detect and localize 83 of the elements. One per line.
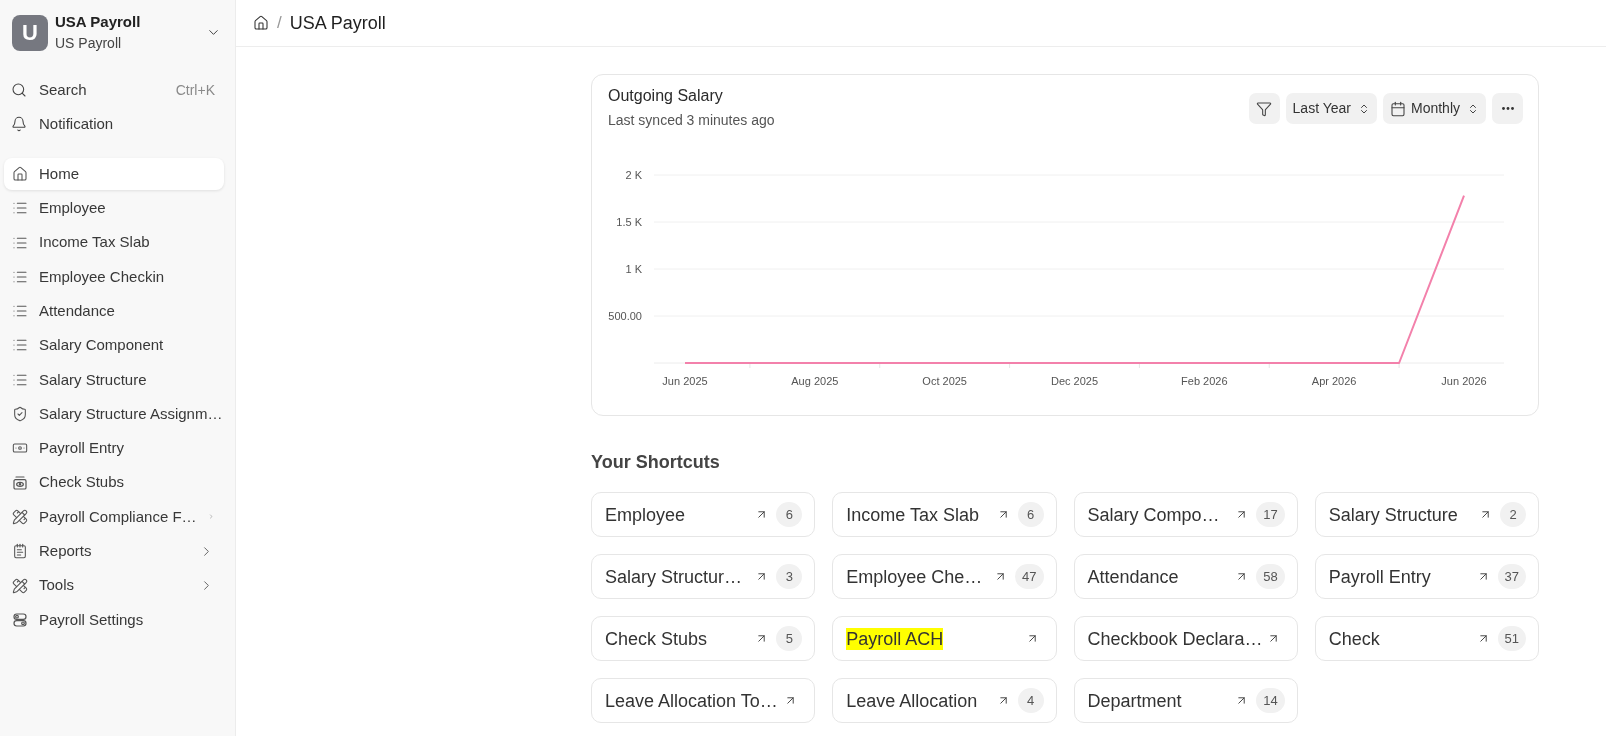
shortcut-link[interactable]: Income Tax Slab 6 (832, 492, 1057, 537)
x-axis-label: Jun 2026 (1441, 375, 1487, 387)
sidebar-item[interactable]: Payroll Settings (4, 603, 224, 636)
shortcut-link[interactable]: Checkbook Declara… (1073, 616, 1298, 661)
shortcut-hint: Ctrl+K (175, 80, 215, 100)
chevrons-up-down-icon (1467, 102, 1479, 115)
sidebar-item[interactable]: Employee Checkin (4, 260, 224, 293)
bell-icon (11, 116, 27, 132)
shortcut-link[interactable]: Employee Che… 47 (832, 554, 1057, 599)
card-icon (12, 474, 28, 491)
shortcut-link[interactable]: Payroll ACH (832, 616, 1057, 661)
search-icon (11, 82, 27, 98)
count-badge: 2 (1500, 502, 1526, 527)
shortcut-link[interactable]: Check 51 (1314, 616, 1539, 661)
sidebar-item[interactable]: Payroll Entry (4, 432, 224, 465)
workspace-avatar: U (12, 14, 48, 51)
sidebar-item[interactable]: Employee (4, 192, 224, 225)
sidebar-item[interactable]: Attendance (4, 295, 224, 328)
count-badge: 17 (1256, 502, 1285, 527)
sidebar-item[interactable]: Tools (4, 569, 224, 602)
interval-select[interactable]: Monthly (1382, 93, 1486, 124)
count-badge: 3 (776, 564, 803, 589)
count-badge: 37 (1497, 564, 1526, 589)
sidebar-item[interactable]: Payroll Compliance F… (4, 500, 224, 533)
home-link[interactable] (253, 15, 269, 31)
range-select[interactable]: Last Year (1285, 93, 1377, 124)
x-axis-label: Oct 2025 (922, 375, 967, 387)
count-badge: 14 (1256, 688, 1285, 713)
shortcut-link[interactable]: Salary Structure 2 (1314, 492, 1539, 537)
count-badge: 51 (1497, 626, 1526, 651)
count-badge: 58 (1256, 564, 1285, 589)
workspace-name: USA Payroll (55, 12, 142, 31)
shortcut-link[interactable]: Leave Allocation 4 (832, 678, 1057, 723)
sidebar-item[interactable]: Home (4, 158, 224, 190)
shortcut-link[interactable]: Check Stubs 5 (591, 616, 816, 661)
shortcut-link[interactable]: Salary Compo… 17 (1073, 492, 1298, 537)
arrow-up-right-icon (1479, 508, 1492, 521)
count-badge: 5 (776, 626, 803, 651)
shortcut-link[interactable]: Department 14 (1073, 678, 1298, 723)
x-axis-label: Feb 2026 (1181, 375, 1228, 387)
sidebar-item[interactable]: Check Stubs (4, 466, 224, 499)
home-icon (253, 15, 269, 31)
shield-icon (12, 406, 28, 423)
notepad-icon (12, 543, 28, 560)
section-title: Your Shortcuts (591, 451, 721, 473)
y-axis-label: 500.00 (608, 310, 642, 322)
sidebar-item[interactable]: Income Tax Slab (4, 226, 224, 259)
toggles-icon (12, 611, 28, 628)
notification-button[interactable]: Notification (11, 112, 114, 136)
chart-title: Outgoing Salary (608, 86, 724, 106)
y-axis-label: 2 K (625, 169, 642, 181)
x-axis-label: Dec 2025 (1050, 375, 1099, 387)
sidebar-item[interactable]: Salary Structure Assignm… (4, 398, 224, 431)
sync-status: Last synced 3 minutes ago (608, 111, 775, 130)
pencil-ruler-icon (12, 577, 28, 594)
x-axis-label: Jun 2025 (662, 375, 708, 387)
y-axis-label: 1.5 K (616, 216, 642, 228)
count-badge: 6 (776, 502, 803, 527)
sidebar-item[interactable]: Salary Component (4, 329, 224, 362)
x-axis-label: Apr 2026 (1311, 375, 1357, 387)
pencil-ruler-icon (12, 508, 28, 525)
sidebar-item[interactable]: Reports (4, 535, 224, 568)
workspace-subtitle: US Payroll (55, 34, 123, 53)
home-icon (12, 166, 28, 182)
filter-icon (1256, 100, 1273, 117)
search-button[interactable]: Search (11, 78, 87, 102)
sidebar-item[interactable]: Salary Structure (4, 363, 224, 396)
shortcut-link[interactable]: Attendance 58 (1073, 554, 1298, 599)
filter-button[interactable] (1248, 93, 1280, 124)
breadcrumb-separator: / (277, 12, 282, 35)
x-axis-label: Aug 2025 (791, 375, 839, 387)
calendar-icon (1389, 100, 1406, 117)
count-badge: 4 (1017, 688, 1044, 713)
y-axis-label: 1 K (625, 263, 642, 275)
count-badge: 6 (1017, 502, 1044, 527)
more-button[interactable] (1492, 93, 1523, 124)
shortcut-link[interactable]: Salary Structur… 3 (591, 554, 816, 599)
shortcut-link[interactable]: Payroll Entry 37 (1314, 554, 1539, 599)
shortcut-link[interactable]: Employee 6 (591, 492, 816, 537)
page-title: USA Payroll (289, 11, 386, 35)
ellipsis-icon (1501, 107, 1514, 110)
count-badge: 47 (1015, 564, 1044, 589)
shortcut-link[interactable]: Leave Allocation To… (591, 678, 816, 723)
